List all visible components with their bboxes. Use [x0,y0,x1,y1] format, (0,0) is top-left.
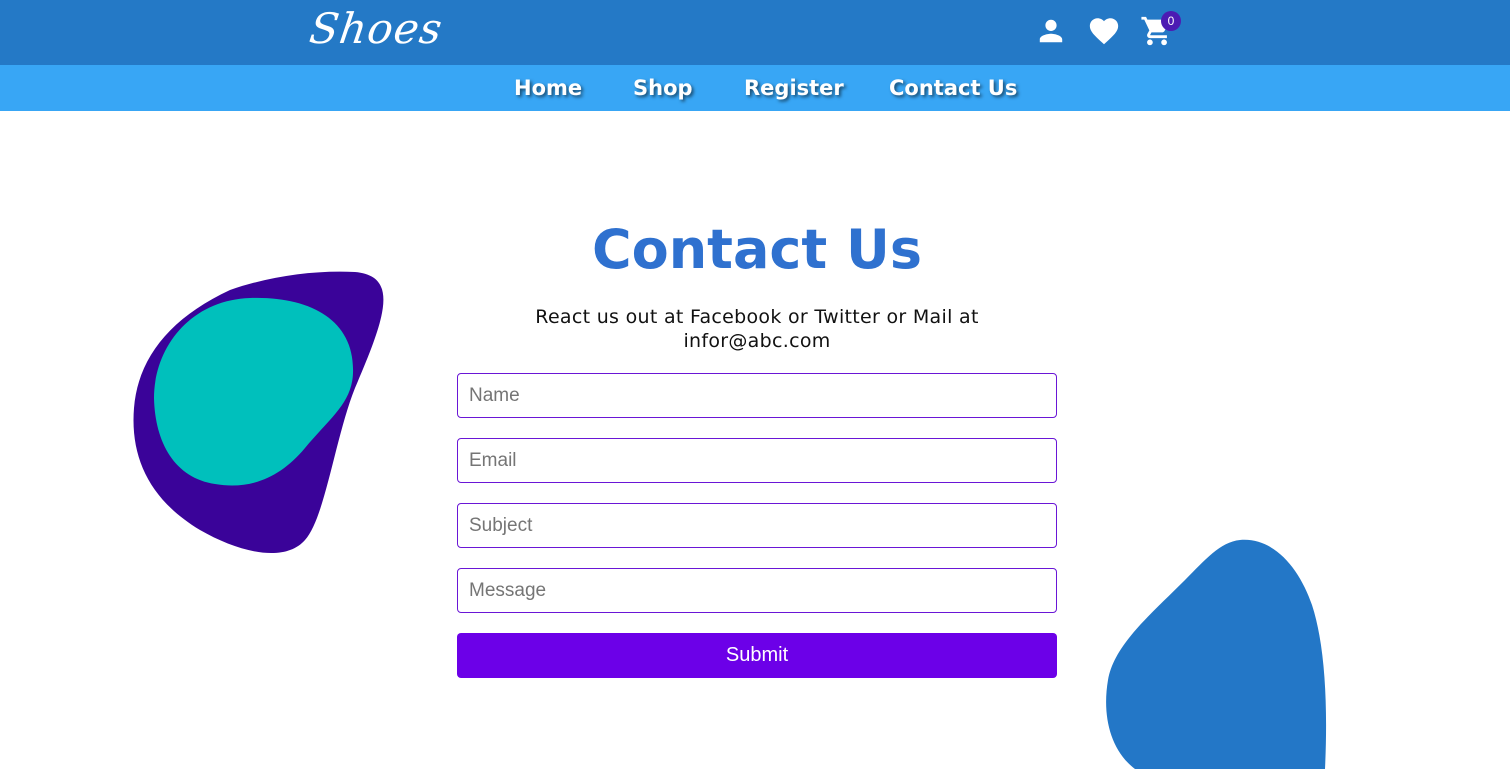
top-header: Shoes 0 [0,0,1510,65]
user-icon[interactable] [1034,14,1068,48]
site-logo[interactable]: Shoes [307,4,446,53]
nav-item-home[interactable]: Home [514,76,582,102]
name-input[interactable] [457,373,1057,418]
nav-item-contact-us[interactable]: Contact Us [889,76,1017,102]
contact-subtitle: React us out at Facebook or Twitter or M… [535,306,979,352]
decorative-blob-left [133,271,384,554]
subject-input[interactable] [457,503,1057,548]
main-nav: Home Shop Register Contact Us [0,65,1510,111]
decorative-blob-right [1106,539,1327,769]
page-title: Contact Us [591,218,923,281]
heart-icon[interactable] [1087,14,1121,48]
submit-button[interactable]: Submit [457,633,1057,678]
email-input[interactable] [457,438,1057,483]
message-input[interactable] [457,568,1057,613]
cart-count-badge: 0 [1161,11,1181,31]
nav-item-shop[interactable]: Shop [633,76,693,102]
nav-item-register[interactable]: Register [744,76,844,102]
